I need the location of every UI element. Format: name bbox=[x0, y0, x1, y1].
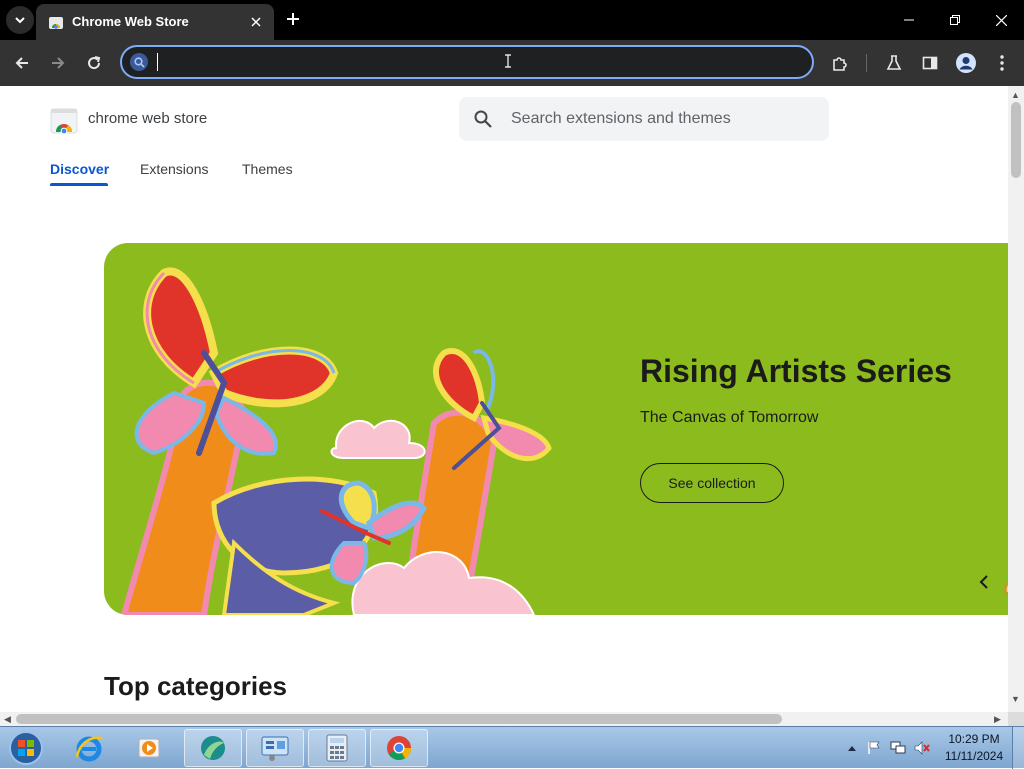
tab-discover[interactable]: Discover bbox=[50, 161, 109, 177]
address-input[interactable] bbox=[156, 51, 796, 73]
chevron-down-icon bbox=[15, 17, 25, 24]
hero-title: Rising Artists Series bbox=[640, 353, 952, 389]
labs-button[interactable] bbox=[880, 49, 908, 77]
profile-button[interactable] bbox=[952, 49, 980, 77]
chrome-icon bbox=[387, 736, 411, 761]
tab-chrome-web-store[interactable]: Chrome Web Store bbox=[36, 4, 274, 40]
store-name[interactable]: chrome web store bbox=[88, 110, 207, 127]
horizontal-scroll-thumb[interactable] bbox=[16, 714, 782, 724]
scroll-right-arrow-icon[interactable]: ▶ bbox=[994, 714, 1001, 725]
chrome-web-store-icon bbox=[49, 17, 63, 29]
forward-button[interactable] bbox=[44, 49, 72, 77]
store-search-box[interactable]: Search extensions and themes bbox=[459, 97, 829, 141]
search-icon bbox=[130, 53, 148, 71]
extensions-button[interactable] bbox=[826, 49, 854, 77]
arrow-left-icon bbox=[15, 57, 28, 69]
flag-icon bbox=[868, 741, 880, 754]
search-icon bbox=[474, 110, 492, 128]
network-icon bbox=[890, 741, 906, 754]
vertical-scroll-thumb[interactable] bbox=[1011, 102, 1021, 178]
back-button[interactable] bbox=[8, 49, 36, 77]
show-hidden-icons-button[interactable] bbox=[844, 740, 860, 756]
tab-title: Chrome Web Store bbox=[72, 14, 189, 29]
app-globe-icon bbox=[201, 736, 225, 760]
tab-search-button[interactable] bbox=[6, 6, 34, 34]
minimize-button[interactable] bbox=[894, 6, 924, 34]
volume-control[interactable] bbox=[914, 740, 930, 756]
butterfly-illustration bbox=[120, 267, 552, 615]
close-icon bbox=[995, 14, 1007, 26]
browser-toolbar bbox=[0, 40, 1024, 86]
horizontal-scrollbar[interactable]: ◀ ▶ bbox=[0, 712, 1008, 726]
close-icon bbox=[251, 17, 261, 27]
close-tab-button[interactable] bbox=[246, 12, 266, 32]
clock-date[interactable]: 11/11/2024 bbox=[940, 749, 1008, 763]
side-panel-icon bbox=[922, 56, 938, 70]
text-caret bbox=[157, 53, 158, 71]
reload-icon bbox=[88, 56, 101, 70]
close-window-button[interactable] bbox=[986, 6, 1016, 34]
taskbar-chrome[interactable] bbox=[370, 729, 428, 767]
puzzle-icon bbox=[833, 57, 847, 71]
taskbar-app-2[interactable] bbox=[246, 729, 304, 767]
reload-button[interactable] bbox=[80, 49, 108, 77]
restore-button[interactable] bbox=[940, 6, 970, 34]
toolbar-divider bbox=[866, 54, 867, 72]
web-page: chrome web store Search extensions and t… bbox=[0, 86, 1008, 712]
network-status[interactable] bbox=[890, 740, 906, 756]
side-panel-button[interactable] bbox=[916, 49, 944, 77]
top-categories-heading: Top categories bbox=[104, 671, 288, 701]
scroll-left-arrow-icon[interactable]: ◀ bbox=[4, 714, 11, 725]
taskbar-calculator[interactable] bbox=[308, 729, 366, 767]
i-beam-cursor-icon bbox=[505, 54, 511, 68]
carousel-prev-button[interactable] bbox=[974, 571, 994, 593]
taskbar-media-player[interactable] bbox=[120, 729, 178, 767]
windows-taskbar: 10:29 PM 11/11/2024 bbox=[0, 726, 1024, 769]
taskbar-internet-explorer[interactable] bbox=[60, 729, 118, 767]
scrollbar-corner bbox=[1008, 712, 1024, 726]
vertical-scrollbar[interactable]: ▲ ▼ bbox=[1008, 86, 1024, 712]
clock-time[interactable]: 10:29 PM bbox=[944, 732, 1004, 746]
active-tab-indicator bbox=[50, 183, 108, 186]
arrow-right-icon bbox=[52, 57, 65, 69]
volume-muted-icon bbox=[914, 741, 930, 755]
calculator-icon bbox=[326, 734, 348, 762]
action-center-flag[interactable] bbox=[866, 740, 882, 756]
new-tab-button[interactable] bbox=[282, 8, 304, 30]
scroll-down-arrow-icon[interactable]: ▼ bbox=[1011, 694, 1020, 704]
profile-icon bbox=[956, 53, 976, 73]
hero-subtitle: The Canvas of Tomorrow bbox=[640, 409, 819, 426]
see-collection-button[interactable]: See collection bbox=[640, 463, 784, 503]
next-slide-peek bbox=[1004, 582, 1008, 594]
internet-explorer-icon bbox=[75, 736, 103, 762]
chrome-web-store-logo[interactable] bbox=[50, 106, 78, 134]
plus-icon bbox=[287, 13, 299, 25]
flask-icon bbox=[886, 55, 902, 70]
start-button[interactable] bbox=[6, 729, 46, 767]
show-desktop-button[interactable] bbox=[1012, 727, 1024, 769]
minimize-icon bbox=[904, 19, 914, 21]
chevron-up-icon bbox=[848, 746, 856, 751]
chevron-left-icon bbox=[979, 575, 988, 589]
system-tray: 10:29 PM 11/11/2024 bbox=[842, 727, 1024, 769]
address-bar[interactable] bbox=[120, 45, 814, 79]
tab-strip: Chrome Web Store bbox=[0, 0, 1024, 40]
tab-extensions[interactable]: Extensions bbox=[140, 161, 208, 177]
scroll-up-arrow-icon[interactable]: ▲ bbox=[1011, 90, 1020, 100]
control-panel-icon bbox=[261, 736, 289, 761]
restore-icon bbox=[950, 15, 960, 25]
taskbar-app-1[interactable] bbox=[184, 729, 242, 767]
tab-themes[interactable]: Themes bbox=[242, 161, 293, 177]
search-placeholder: Search extensions and themes bbox=[511, 110, 731, 127]
menu-button[interactable] bbox=[988, 49, 1016, 77]
hero-banner[interactable]: Rising Artists Series The Canvas of Tomo… bbox=[104, 243, 1008, 615]
kebab-menu-icon bbox=[1000, 55, 1004, 71]
media-player-icon bbox=[138, 738, 160, 758]
